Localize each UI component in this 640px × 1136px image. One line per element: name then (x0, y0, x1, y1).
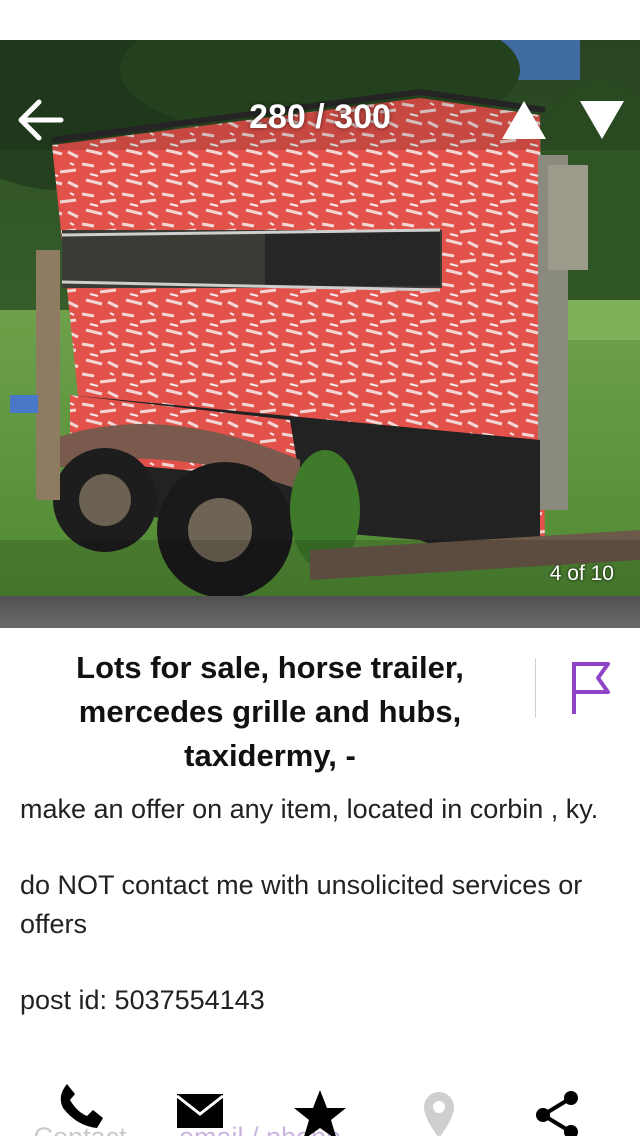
previous-listing-button[interactable] (494, 90, 554, 150)
action-bar: Contact email / phone (0, 1080, 640, 1136)
share-icon (536, 1091, 578, 1136)
map-pin-icon (424, 1092, 454, 1136)
triangle-down-icon (580, 101, 624, 139)
share-button[interactable] (503, 1080, 613, 1136)
status-bar (0, 0, 640, 40)
listing-description: make an offer on any item, located in co… (20, 790, 620, 1057)
listing-detail-screen: 280 / 300 4 of 10 Lots for sale, horse t… (0, 0, 640, 1136)
email-button[interactable]: email / phone (145, 1080, 341, 1136)
map-button[interactable] (384, 1080, 494, 1136)
contact-label: Contact (25, 1122, 135, 1136)
favorite-button[interactable] (265, 1080, 375, 1136)
listing-header: Lots for sale, horse trailer, mercedes g… (0, 628, 640, 778)
photo-footer-band (0, 596, 640, 628)
photo-index: 4 of 10 (549, 562, 614, 585)
next-listing-button[interactable] (572, 90, 632, 150)
flag-icon (572, 662, 610, 714)
call-button[interactable]: Contact (25, 1080, 135, 1136)
post-id: post id: 5037554143 (20, 985, 265, 1015)
flag-listing-button[interactable] (566, 658, 616, 718)
title-divider (535, 658, 536, 718)
listing-photo[interactable]: 280 / 300 4 of 10 (0, 40, 640, 596)
listing-title: Lots for sale, horse trailer, mercedes g… (76, 650, 464, 773)
description-line: do NOT contact me with unsolicited servi… (20, 870, 583, 939)
star-icon (294, 1090, 346, 1136)
description-line: make an offer on any item, located in co… (20, 794, 599, 824)
triangle-up-icon (502, 101, 546, 139)
